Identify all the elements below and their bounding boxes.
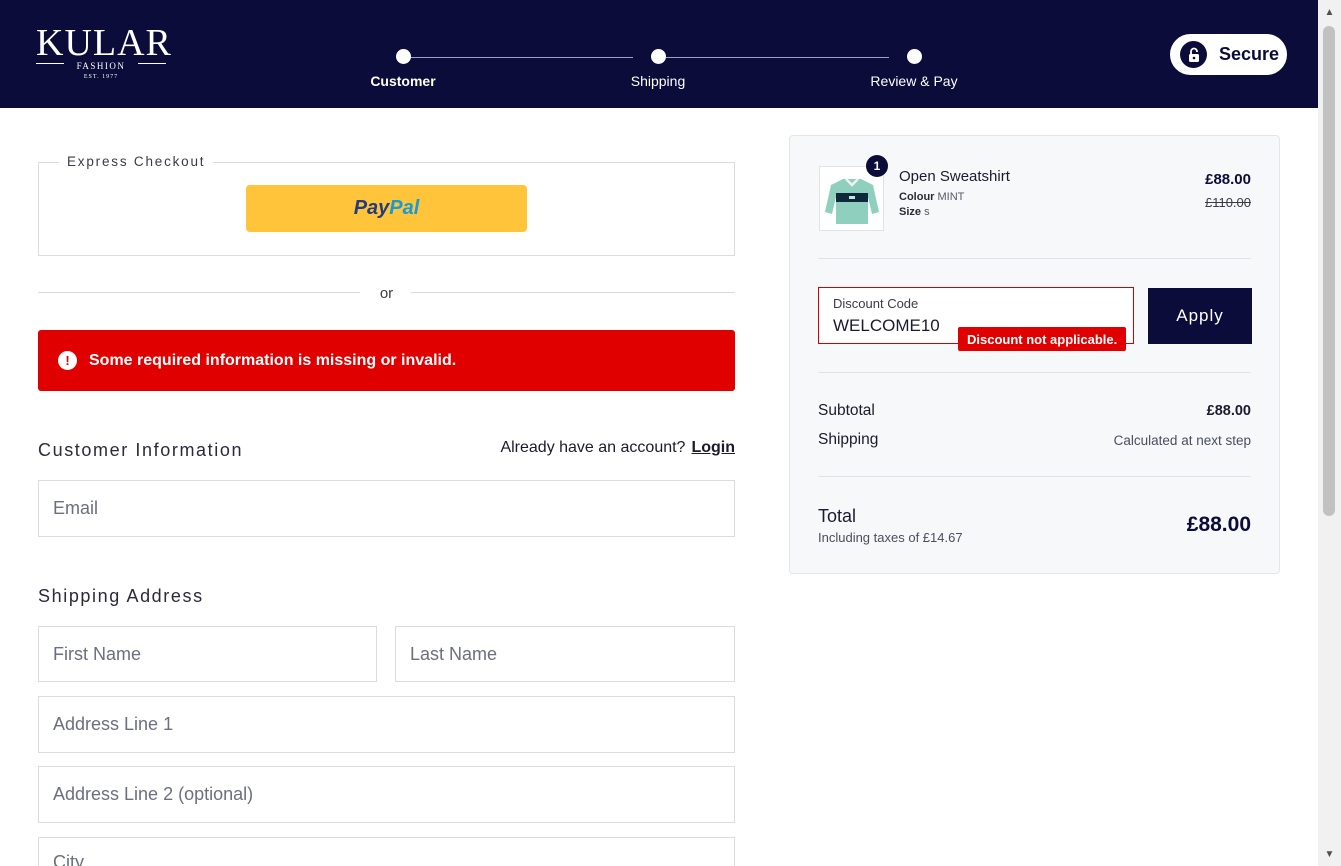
shipping-value: Calculated at next step [1113, 433, 1251, 448]
size-label: Size [899, 206, 922, 218]
apply-discount-button[interactable]: Apply [1148, 288, 1252, 344]
product-size: Size s [899, 206, 930, 218]
express-checkout-label: Express Checkout [59, 154, 214, 169]
address-line-2-input[interactable] [39, 767, 734, 822]
discount-code-label: Discount Code [833, 296, 919, 311]
scroll-up-arrow-icon[interactable]: ▲ [1318, 4, 1341, 20]
alert-icon: ! [58, 351, 77, 370]
product-name: Open Sweatshirt [899, 168, 1010, 185]
product-colour: Colour MINT [899, 191, 964, 203]
taxes-note: Including taxes of £14.67 [818, 530, 963, 545]
validation-error-banner: ! Some required information is missing o… [38, 330, 735, 391]
shipping-label: Shipping [818, 431, 879, 448]
express-checkout-panel: Express Checkout Pay Pal [38, 154, 735, 256]
first-name-input[interactable] [39, 627, 376, 681]
step-dot-shipping [651, 49, 666, 64]
or-divider: or [38, 282, 735, 304]
summary-divider [818, 476, 1251, 477]
address-line-1-field[interactable] [38, 696, 735, 753]
address-line-1-input[interactable] [39, 697, 734, 752]
paypal-button[interactable]: Pay Pal [246, 185, 527, 232]
secure-label: Secure [1219, 44, 1280, 64]
summary-divider [818, 258, 1251, 259]
paypal-logo-pay: Pay [353, 197, 390, 219]
account-prompt: Already have an account? Login [440, 439, 735, 457]
subtotal-label: Subtotal [818, 402, 875, 419]
customer-information-heading: Customer Information [38, 440, 244, 460]
order-summary-panel: 1 Open Sweatshirt Colour MINT Size s £88… [789, 135, 1280, 574]
last-name-field[interactable] [395, 626, 735, 682]
summary-divider [818, 372, 1251, 373]
colour-label: Colour [899, 191, 935, 203]
secure-badge: Secure [1168, 32, 1289, 77]
step-label-customer: Customer [370, 73, 436, 89]
last-name-input[interactable] [396, 627, 734, 681]
error-message: Some required information is missing or … [89, 351, 457, 369]
product-price: £88.00 [1205, 171, 1251, 188]
account-prompt-text: Already have an account? [500, 439, 686, 456]
city-input[interactable] [39, 838, 734, 866]
address-line-2-field[interactable] [38, 766, 735, 823]
sweatshirt-image [824, 177, 879, 224]
city-field[interactable] [38, 837, 735, 866]
discount-code-input[interactable]: WELCOME10 [833, 316, 940, 336]
step-label-review-pay: Review & Pay [870, 73, 958, 89]
colour-value: MINT [937, 191, 965, 203]
quantity-badge: 1 [866, 155, 888, 177]
step-dot-customer [396, 49, 411, 64]
email-input[interactable] [39, 481, 734, 536]
size-value: s [924, 206, 930, 218]
checkout-header: KULAR FASHION EST. 1977 Customer Shippin… [0, 0, 1318, 108]
total-value: £88.00 [1186, 513, 1251, 536]
checkout-progress-stepper: Customer Shipping Review & Pay [0, 0, 1318, 108]
email-field[interactable] [38, 480, 735, 537]
product-original-price: £110.00 [1204, 195, 1251, 210]
step-dot-review-pay [907, 49, 922, 64]
subtotal-value: £88.00 [1206, 403, 1251, 419]
step-connector [666, 57, 889, 58]
scrollbar-thumb[interactable] [1323, 26, 1335, 516]
paypal-logo-pal: Pal [389, 197, 420, 219]
login-link[interactable]: Login [691, 439, 735, 456]
or-text: or [379, 285, 394, 302]
lock-icon [1180, 41, 1207, 68]
step-label-shipping: Shipping [630, 73, 686, 89]
total-label: Total [818, 506, 857, 526]
discount-error-tooltip: Discount not applicable. [958, 327, 1127, 351]
first-name-field[interactable] [38, 626, 377, 682]
step-connector [410, 57, 633, 58]
scroll-down-arrow-icon[interactable]: ▼ [1318, 846, 1341, 862]
shipping-address-heading: Shipping Address [38, 586, 204, 606]
page-scrollbar[interactable]: ▲ ▼ [1318, 0, 1341, 866]
